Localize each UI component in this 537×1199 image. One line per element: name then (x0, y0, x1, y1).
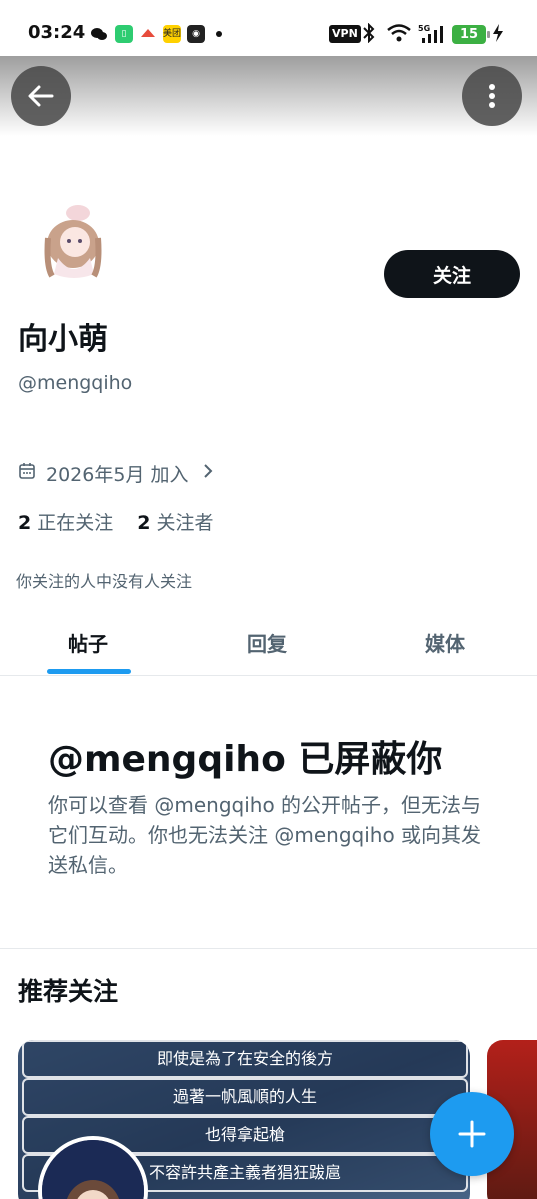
cellular-signal-icon: 5G (418, 23, 446, 49)
more-options-button[interactable] (462, 66, 522, 126)
calendar-icon (18, 462, 36, 485)
following-count: 2 (18, 512, 32, 534)
arrow-left-icon (28, 85, 54, 107)
join-date-row[interactable]: 2026年5月 加入 (18, 460, 214, 487)
app-icon-green: ▯ (115, 25, 133, 43)
vertical-dots-icon (489, 84, 495, 108)
follow-counts: 2 正在关注 2 关注者 (18, 508, 214, 535)
wifi-icon (386, 23, 412, 47)
network-type: 5G (418, 24, 430, 33)
chevron-right-icon (202, 462, 214, 485)
profile-banner (0, 56, 537, 136)
blocked-message: 你可以查看 @mengqiho 的公开帖子，但无法与它们互动。你也无法关注 @m… (48, 793, 482, 877)
following-link[interactable]: 2 正在关注 (18, 508, 113, 535)
profile-tabs: 帖子 回复 媒体 (0, 612, 537, 676)
notification-dot (216, 31, 222, 37)
status-time: 03:24 (28, 22, 86, 43)
user-handle: @mengqiho (18, 372, 133, 394)
compose-button[interactable] (430, 1092, 514, 1176)
bluetooth-icon (362, 22, 376, 47)
wechat-icon (90, 25, 108, 43)
charging-icon (492, 23, 504, 47)
card-caption-line: 即使是為了在安全的後方 (22, 1040, 468, 1078)
blocked-title: @mengqiho 已屏蔽你 (48, 739, 443, 780)
tab-media[interactable]: 媒体 (425, 628, 465, 657)
status-bar: 03:24 ▯ 美团 ◉ VPN 5G 15 (0, 0, 537, 56)
app-icon-red (139, 25, 157, 43)
followers-link[interactable]: 2 关注者 (137, 508, 213, 535)
avatar[interactable] (18, 148, 142, 288)
tab-posts[interactable]: 帖子 (68, 628, 108, 657)
follow-button[interactable]: 关注 (384, 250, 520, 298)
join-date: 2026年5月 加入 (46, 464, 189, 486)
display-name: 向小萌 (18, 322, 108, 357)
active-tab-indicator (47, 669, 131, 674)
vpn-badge: VPN (329, 25, 361, 43)
followers-label: 关注者 (156, 512, 214, 534)
followed-by-notice: 你关注的人中没有人关注 (16, 572, 193, 591)
app-icon-dark: ◉ (187, 25, 205, 43)
meituan-icon: 美团 (163, 25, 181, 43)
back-button[interactable] (11, 66, 71, 126)
card-caption-line: 過著一帆風順的人生 (22, 1078, 468, 1116)
recommendations-title: 推荐关注 (18, 977, 119, 1006)
section-divider (0, 948, 537, 949)
tab-replies[interactable]: 回复 (247, 628, 287, 657)
plus-icon (458, 1120, 486, 1148)
battery-indicator: 15 (452, 25, 490, 44)
following-label: 正在关注 (37, 512, 114, 534)
followers-count: 2 (137, 512, 151, 534)
